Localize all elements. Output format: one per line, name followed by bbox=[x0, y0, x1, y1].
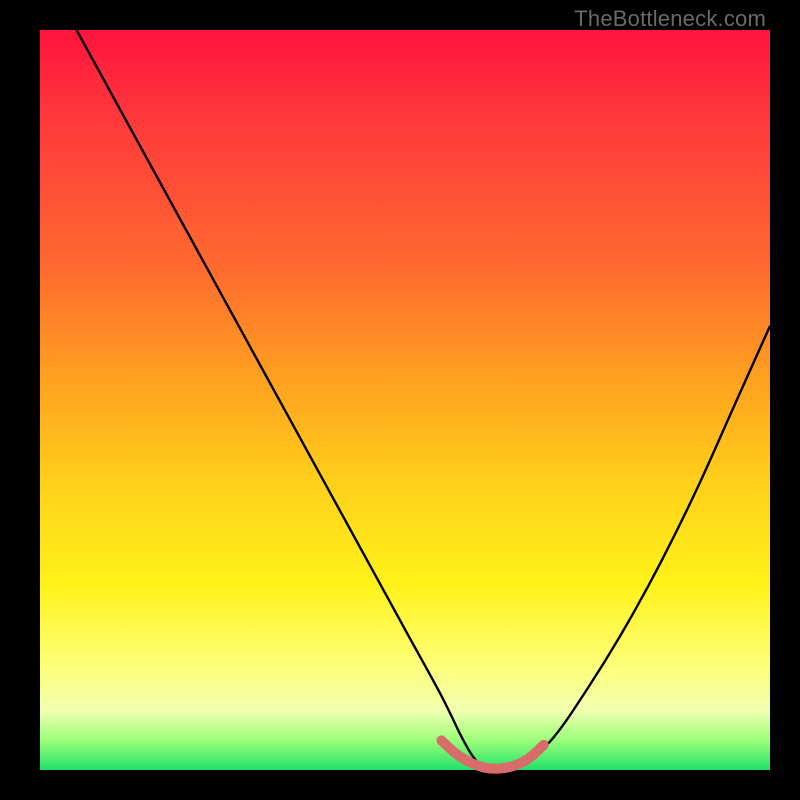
bottleneck-curve-svg bbox=[40, 30, 770, 770]
trough-marker-line bbox=[442, 740, 544, 768]
watermark-text: TheBottleneck.com bbox=[574, 6, 766, 32]
plot-area bbox=[40, 30, 770, 770]
chart-frame: TheBottleneck.com bbox=[0, 0, 800, 800]
bottleneck-curve-line bbox=[77, 30, 771, 771]
